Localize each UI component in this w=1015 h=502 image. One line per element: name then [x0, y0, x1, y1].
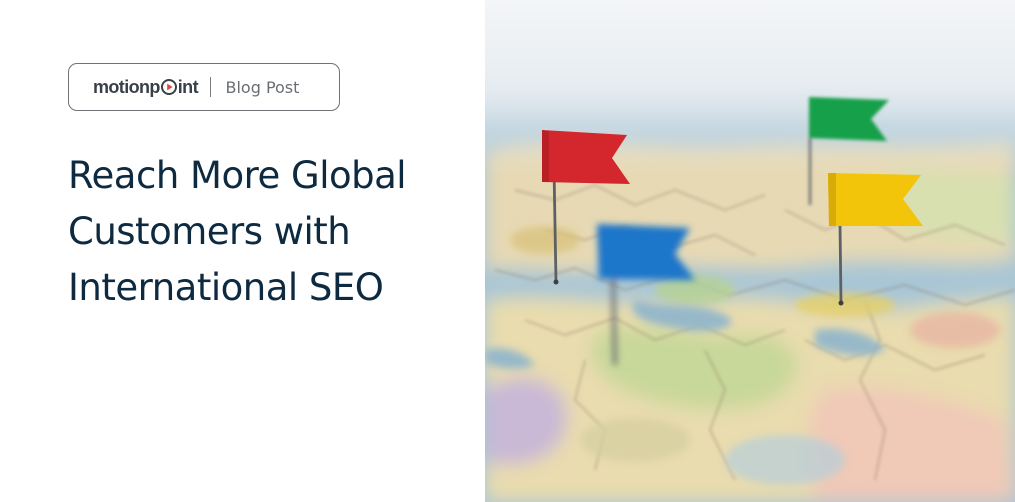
headline-line-1: Reach More Global [68, 154, 407, 197]
blog-banner: motionp int Blog Post Reach More Global … [0, 0, 1015, 502]
brand-badge: motionp int Blog Post [68, 63, 340, 111]
headline-line-2: Customers with [68, 210, 351, 253]
badge-divider [209, 77, 212, 97]
headline-line-3: International SEO [68, 266, 384, 309]
play-triangle-icon [160, 79, 177, 95]
text-panel: motionp int Blog Post Reach More Global … [0, 0, 485, 502]
map-illustration [485, 0, 1015, 502]
badge-label: Blog Post [225, 77, 300, 97]
headline: Reach More Global Customers with Interna… [68, 148, 473, 316]
map-photo [485, 0, 1015, 502]
motionpoint-logo: motionp int [93, 76, 199, 97]
